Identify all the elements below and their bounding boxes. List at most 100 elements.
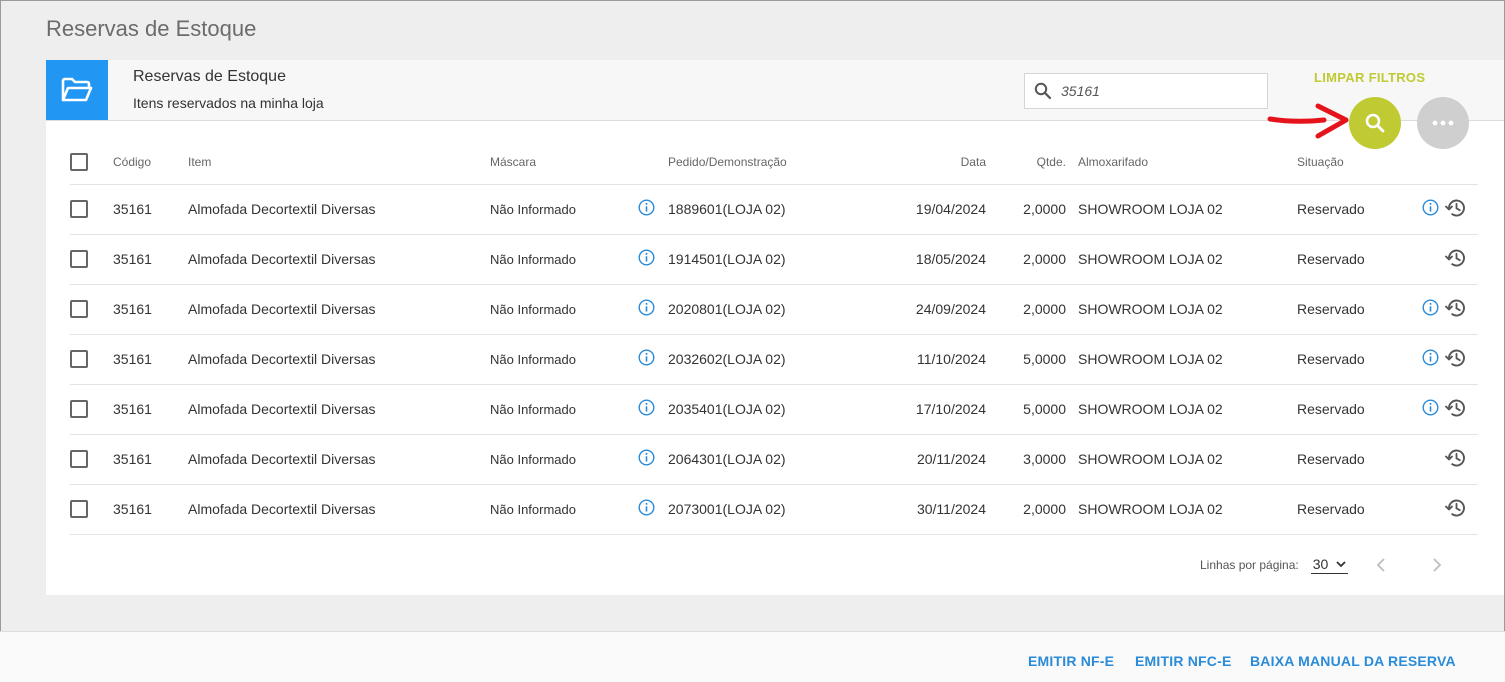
table-row[interactable]: 35161 Almofada Decortextil Diversas Não In… <box>70 234 1478 285</box>
cell-item: Almofada Decortextil Diversas <box>188 484 490 535</box>
cell-situacao: Reservado <box>1297 484 1414 535</box>
cell-qtde: 2,0000 <box>986 234 1066 285</box>
folder-icon-box <box>46 60 108 120</box>
row-checkbox[interactable] <box>70 450 88 469</box>
cell-codigo: 35161 <box>113 334 188 385</box>
row-checkbox[interactable] <box>70 200 88 219</box>
table-row[interactable]: 35161 Almofada Decortextil Diversas Não In… <box>70 184 1478 235</box>
cell-spacer <box>1066 234 1078 285</box>
search-input[interactable] <box>1061 83 1251 99</box>
clear-filters-button[interactable]: LIMPAR FILTROS <box>1314 70 1425 85</box>
history-icon[interactable] <box>1444 198 1466 221</box>
info-icon[interactable] <box>1422 349 1439 369</box>
cell-spacer <box>1066 184 1078 235</box>
table-row[interactable]: 35161 Almofada Decortextil Diversas Não In… <box>70 434 1478 485</box>
row-checkbox[interactable] <box>70 250 88 269</box>
cell-pedido: 2020801(LOJA 02) <box>668 284 838 335</box>
cell-pedido-info <box>638 234 668 285</box>
info-icon[interactable] <box>1422 299 1439 319</box>
history-icon[interactable] <box>1444 248 1466 271</box>
emitir-nfce-button[interactable]: EMITIR NFC-E <box>1135 653 1232 669</box>
history-icon[interactable] <box>1444 448 1466 471</box>
cell-codigo: 35161 <box>113 234 188 285</box>
cell-row-history <box>1444 384 1478 435</box>
row-checkbox[interactable] <box>70 300 88 319</box>
col-mascara: Máscara <box>490 140 638 185</box>
cell-row-history <box>1444 434 1478 485</box>
cell-qtde: 5,0000 <box>986 334 1066 385</box>
history-icon[interactable] <box>1444 398 1466 421</box>
history-icon[interactable] <box>1444 298 1466 321</box>
cell-codigo: 35161 <box>113 434 188 485</box>
baixa-manual-button[interactable]: BAIXA MANUAL DA RESERVA <box>1250 653 1456 669</box>
info-icon[interactable] <box>638 399 655 419</box>
cell-row-history <box>1444 484 1478 535</box>
prev-page-button[interactable] <box>1376 558 1386 572</box>
cell-item: Almofada Decortextil Diversas <box>188 184 490 235</box>
info-icon[interactable] <box>1422 199 1439 219</box>
cell-item: Almofada Decortextil Diversas <box>188 234 490 285</box>
row-checkbox-cell <box>70 484 113 535</box>
info-icon[interactable] <box>638 249 655 269</box>
row-checkbox-cell <box>70 234 113 285</box>
pagination: Linhas por página: 30 <box>1200 556 1442 574</box>
cell-pedido: 2064301(LOJA 02) <box>668 434 838 485</box>
history-icon[interactable] <box>1444 348 1466 371</box>
row-checkbox[interactable] <box>70 350 88 369</box>
cell-row-info <box>1414 384 1444 435</box>
info-icon[interactable] <box>638 349 655 369</box>
cell-pedido: 1914501(LOJA 02) <box>668 234 838 285</box>
info-icon[interactable] <box>638 499 655 519</box>
col-qtde: Qtde. <box>986 140 1066 185</box>
col-codigo: Código <box>113 140 188 185</box>
cell-item: Almofada Decortextil Diversas <box>188 284 490 335</box>
select-all-checkbox[interactable] <box>70 152 88 171</box>
search-field[interactable] <box>1024 73 1268 109</box>
cell-data: 17/10/2024 <box>838 384 986 435</box>
cell-almoxarifado: SHOWROOM LOJA 02 <box>1078 334 1297 385</box>
chevron-left-icon <box>1377 558 1385 572</box>
cell-row-history <box>1444 184 1478 235</box>
rows-per-page-select[interactable]: 30 <box>1310 556 1349 574</box>
info-icon[interactable] <box>1422 399 1439 419</box>
cell-data: 19/04/2024 <box>838 184 986 235</box>
cell-mascara: Não Informado <box>490 484 638 535</box>
rows-per-page-label: Linhas por página: <box>1200 558 1299 572</box>
card-subtitle: Itens reservados na minha loja <box>133 95 324 111</box>
cell-item: Almofada Decortextil Diversas <box>188 334 490 385</box>
rows-per-page-value: 30 <box>1312 556 1329 572</box>
cell-data: 11/10/2024 <box>838 334 986 385</box>
cell-mascara: Não Informado <box>490 234 638 285</box>
cell-item: Almofada Decortextil Diversas <box>188 434 490 485</box>
cell-data: 30/11/2024 <box>838 484 986 535</box>
cell-situacao: Reservado <box>1297 384 1414 435</box>
cell-data: 24/09/2024 <box>838 284 986 335</box>
chevron-right-icon <box>1433 558 1442 572</box>
emitir-nfe-button[interactable]: EMITIR NF-E <box>1028 653 1114 669</box>
col-situacao: Situação <box>1297 140 1414 185</box>
cell-spacer <box>1066 334 1078 385</box>
table-row[interactable]: 35161 Almofada Decortextil Diversas Não In… <box>70 334 1478 385</box>
cell-row-history <box>1444 284 1478 335</box>
cell-row-info <box>1414 334 1444 385</box>
next-page-button[interactable] <box>1432 558 1442 572</box>
cell-pedido-info <box>638 284 668 335</box>
cell-mascara: Não Informado <box>490 384 638 435</box>
table-row[interactable]: 35161 Almofada Decortextil Diversas Não In… <box>70 284 1478 335</box>
table-row[interactable]: 35161 Almofada Decortextil Diversas Não In… <box>70 384 1478 435</box>
cell-row-info <box>1414 184 1444 235</box>
info-icon[interactable] <box>638 299 655 319</box>
table-row[interactable]: 35161 Almofada Decortextil Diversas Não In… <box>70 484 1478 535</box>
cell-situacao: Reservado <box>1297 434 1414 485</box>
search-icon <box>1025 82 1061 100</box>
info-icon[interactable] <box>638 199 655 219</box>
history-icon[interactable] <box>1444 498 1466 521</box>
cell-almoxarifado: SHOWROOM LOJA 02 <box>1078 184 1297 235</box>
cell-pedido-info <box>638 434 668 485</box>
row-checkbox[interactable] <box>70 400 88 419</box>
row-checkbox-cell <box>70 184 113 235</box>
row-checkbox[interactable] <box>70 500 88 519</box>
info-icon[interactable] <box>638 449 655 469</box>
col-item: Item <box>188 140 490 185</box>
row-checkbox-cell <box>70 384 113 435</box>
